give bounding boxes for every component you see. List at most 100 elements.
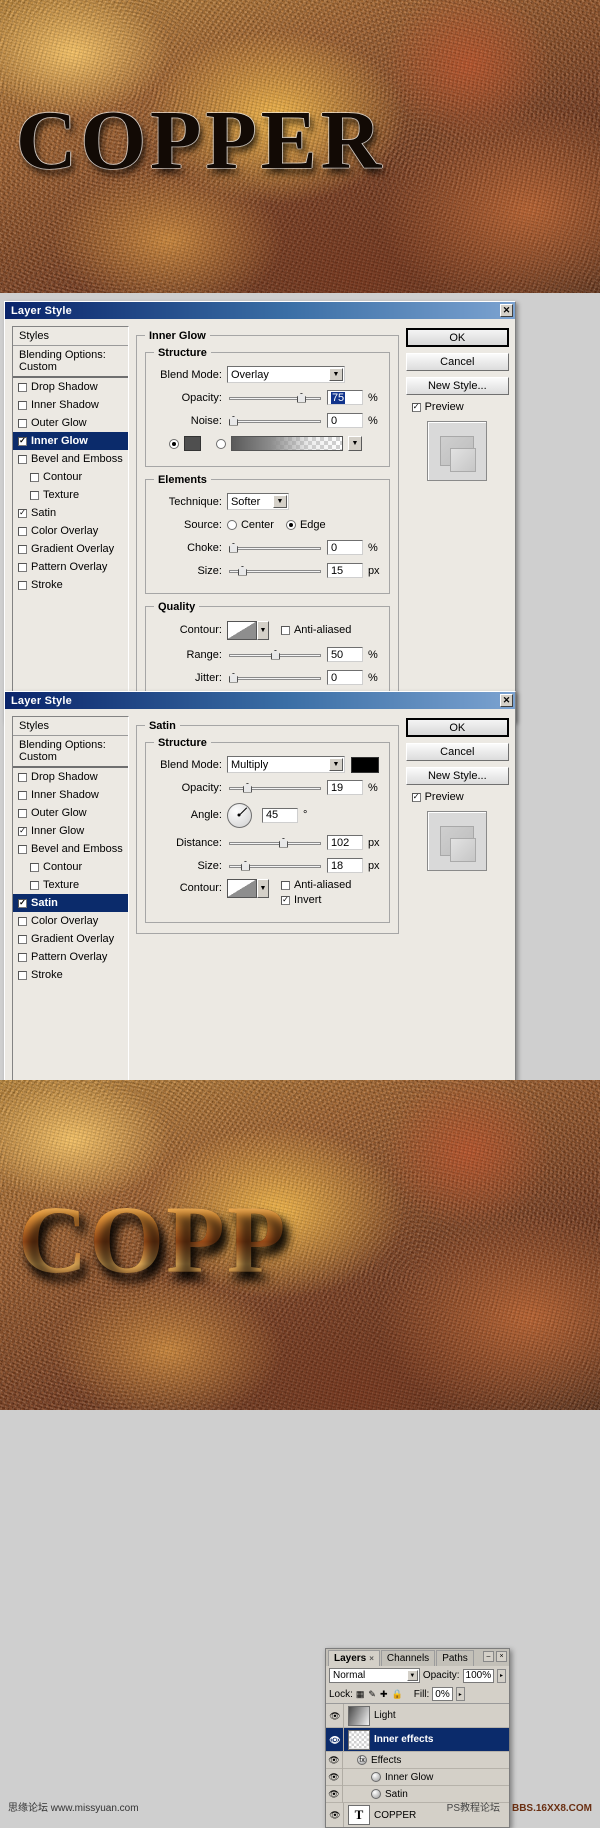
chevron-down-icon[interactable]: ▸ [497, 1668, 506, 1683]
eye-icon[interactable]: 👁 [326, 1785, 343, 1803]
checkbox-icon[interactable] [18, 808, 27, 818]
layer-style-dialog-inner-glow[interactable]: Layer Style ✕ Styles Blending Options: C… [4, 301, 516, 722]
list-item[interactable]: 👁 Inner effects [326, 1727, 509, 1752]
sidebar-item-gradient-overlay[interactable]: Gradient Overlay [13, 540, 128, 558]
effects-group-header[interactable]: fx Effects [343, 1755, 401, 1766]
sidebar-item-contour[interactable]: Contour [13, 858, 128, 876]
list-item[interactable]: 👁 fx Effects [326, 1751, 509, 1769]
new-style-button[interactable]: New Style... [405, 767, 509, 785]
sidebar-item-bevel-and-emboss[interactable]: Bevel and Emboss [13, 450, 128, 468]
chevron-down-icon[interactable]: ▼ [347, 436, 362, 451]
opacity-slider[interactable] [228, 392, 321, 404]
dialog2-styles-list[interactable]: Styles Blending Options: Custom Drop Sha… [12, 716, 129, 1103]
slider-knob[interactable] [237, 565, 247, 576]
radio-source-edge[interactable] [285, 519, 296, 530]
eye-icon[interactable]: 👁 [327, 1703, 344, 1728]
slider-knob[interactable] [270, 649, 280, 660]
radio-source-center[interactable] [226, 519, 237, 530]
checkbox-checked-icon[interactable]: ✓ [18, 826, 27, 836]
tab-layers[interactable]: Layers × [328, 1650, 380, 1666]
checkbox-icon[interactable] [18, 562, 27, 572]
preview-checkbox[interactable]: ✓ Preview [411, 791, 509, 803]
checkbox-icon[interactable] [18, 580, 27, 590]
checkbox-icon[interactable] [18, 418, 27, 428]
sidebar-item-gradient-overlay[interactable]: Gradient Overlay [13, 930, 128, 948]
checkbox-checked-icon[interactable]: ✓ [18, 436, 27, 446]
effect-inner-glow-row[interactable]: Inner Glow [343, 1772, 433, 1783]
eye-icon[interactable]: 👁 [327, 1727, 344, 1752]
sidebar-item-pattern-overlay[interactable]: Pattern Overlay [13, 948, 128, 966]
opacity-input[interactable]: 19 [326, 780, 363, 795]
sidebar-item-color-overlay[interactable]: Color Overlay [13, 522, 128, 540]
list-item[interactable]: 👁 Light [326, 1703, 509, 1728]
checkbox-icon[interactable] [280, 625, 290, 635]
layer-thumbnail[interactable] [348, 1705, 370, 1726]
range-slider[interactable] [228, 649, 321, 661]
lock-toggles[interactable]: ▦ ✎ ✚ 🔒 [356, 1689, 403, 1700]
checkbox-icon[interactable] [18, 454, 27, 464]
sidebar-item-color-overlay[interactable]: Color Overlay [13, 912, 128, 930]
dialog2-titlebar[interactable]: Layer Style ✕ [5, 692, 515, 709]
jitter-slider[interactable] [228, 672, 321, 684]
checkbox-icon[interactable] [18, 970, 27, 980]
checkbox-icon[interactable] [18, 772, 27, 782]
checkbox-icon[interactable] [30, 862, 39, 872]
opacity-slider[interactable] [228, 782, 321, 794]
sidebar-item-outer-glow[interactable]: Outer Glow [13, 804, 128, 822]
chevron-down-icon[interactable]: ▼ [328, 368, 343, 381]
checkbox-icon[interactable] [18, 952, 27, 962]
close-icon[interactable]: × [369, 1654, 374, 1663]
checkbox-icon[interactable] [18, 400, 27, 410]
lock-image-pixels-icon[interactable]: ✎ [368, 1689, 376, 1700]
size-input[interactable]: 18 [326, 858, 363, 873]
checkbox-icon[interactable] [30, 472, 39, 482]
technique-select[interactable]: Softer ▼ [226, 493, 289, 510]
minimize-icon[interactable]: – [483, 1651, 494, 1662]
distance-slider[interactable] [228, 837, 321, 849]
range-input[interactable]: 50 [326, 647, 363, 662]
chevron-down-icon[interactable]: ▼ [328, 758, 343, 771]
checkbox-checked-icon[interactable]: ✓ [280, 895, 290, 905]
eye-icon[interactable]: 👁 [326, 1768, 343, 1786]
tab-channels[interactable]: Channels [380, 1650, 436, 1666]
anti-aliased-checkbox[interactable]: Anti-aliased [280, 879, 351, 891]
chevron-down-icon[interactable]: ▼ [272, 495, 287, 508]
sidebar-item-pattern-overlay[interactable]: Pattern Overlay [13, 558, 128, 576]
chevron-down-icon[interactable]: ▼ [406, 1670, 418, 1681]
checkbox-icon[interactable] [30, 880, 39, 890]
slider-knob[interactable] [228, 672, 238, 683]
layer-blend-mode-select[interactable]: Normal ▼ [329, 1668, 420, 1683]
checkbox-icon[interactable] [18, 934, 27, 944]
slider-knob[interactable] [240, 860, 250, 871]
noise-slider[interactable] [228, 415, 321, 427]
sidebar-item-styles[interactable]: Styles [13, 717, 128, 736]
list-item[interactable]: 👁 Inner Glow [326, 1768, 509, 1786]
eye-icon[interactable]: 👁 [327, 1803, 344, 1827]
palette-window-controls[interactable]: – × [483, 1651, 507, 1662]
dialog1-titlebar[interactable]: Layer Style ✕ [5, 302, 515, 319]
lock-position-icon[interactable]: ✚ [380, 1689, 388, 1700]
sidebar-item-contour[interactable]: Contour [13, 468, 128, 486]
sidebar-item-blending-options[interactable]: Blending Options: Custom [13, 346, 128, 378]
layer-opacity-input[interactable]: 100% [462, 1668, 495, 1683]
close-icon[interactable]: ✕ [500, 304, 513, 317]
chevron-down-icon[interactable]: ▸ [455, 1687, 465, 1701]
satin-color-swatch[interactable] [350, 756, 379, 773]
sidebar-item-stroke[interactable]: Stroke [13, 966, 128, 984]
slider-knob[interactable] [278, 837, 288, 848]
chevron-down-icon[interactable]: ▼ [256, 620, 269, 640]
cancel-button[interactable]: Cancel [405, 353, 509, 371]
blend-mode-select[interactable]: Multiply ▼ [226, 756, 345, 773]
radio-color[interactable] [168, 438, 179, 449]
sidebar-item-satin[interactable]: ✓ Satin [13, 504, 128, 522]
sidebar-item-inner-glow[interactable]: ✓ Inner Glow [13, 822, 128, 840]
sidebar-item-satin[interactable]: ✓ Satin [13, 894, 128, 912]
sidebar-item-texture[interactable]: Texture [13, 486, 128, 504]
distance-input[interactable]: 102 [326, 835, 363, 850]
radio-gradient[interactable] [215, 438, 226, 449]
eye-icon[interactable]: 👁 [326, 1751, 343, 1769]
layer-thumbnail[interactable]: T [348, 1805, 370, 1825]
new-style-button[interactable]: New Style... [405, 377, 509, 395]
size-slider[interactable] [228, 565, 321, 577]
choke-input[interactable]: 0 [326, 540, 363, 555]
